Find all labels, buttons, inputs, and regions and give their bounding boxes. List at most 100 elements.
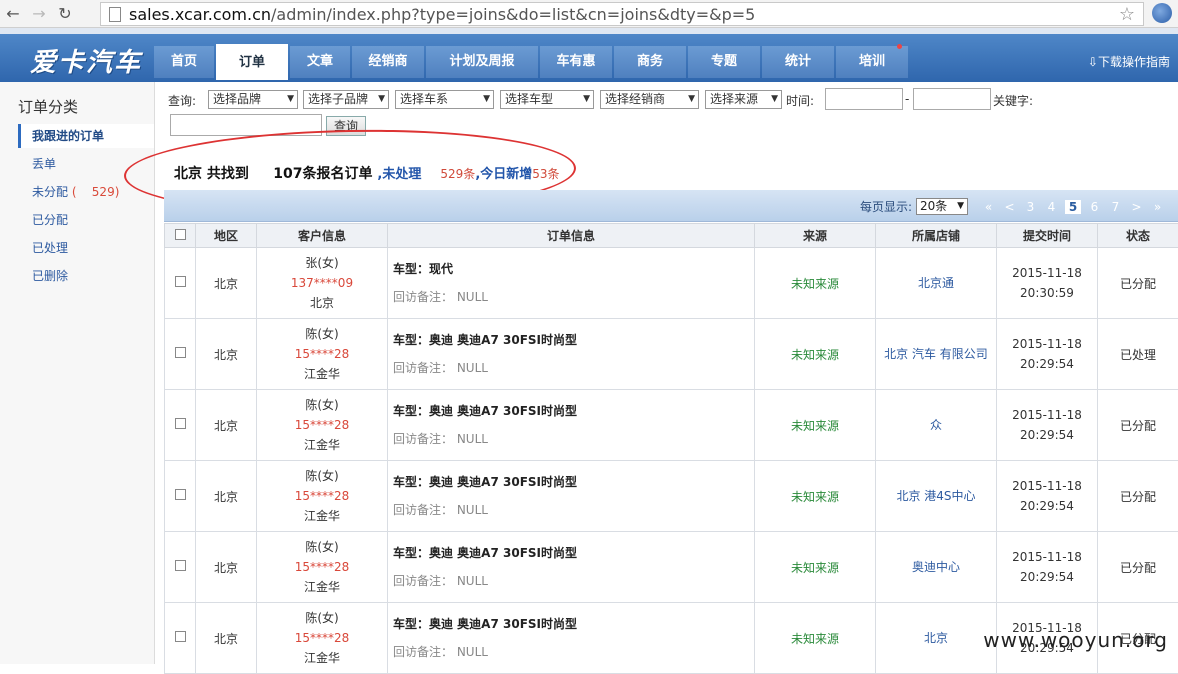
col-store: 所属店铺	[876, 224, 997, 248]
sidebar-item-lost[interactable]: 丢单	[18, 152, 154, 176]
globe-icon[interactable]	[1152, 3, 1172, 23]
cell-order: 车型：奥迪 奥迪A7 30FSI时尚型回访备注： NULL	[388, 390, 755, 461]
menu-home[interactable]: 首页	[154, 46, 214, 78]
sidebar-item-my-orders[interactable]: 我跟进的订单	[18, 124, 154, 148]
reload-icon[interactable]: ↻	[52, 1, 78, 27]
per-page-select[interactable]: 20条	[916, 198, 968, 215]
order-car: 车型：奥迪 奥迪A7 30FSI时尚型	[393, 326, 754, 354]
customer-phone: 15****28	[257, 344, 387, 364]
customer-name: 陈(女)	[257, 466, 387, 486]
first-page-button[interactable]: «	[978, 200, 999, 214]
forward-icon[interactable]: →	[26, 1, 52, 27]
cell-store[interactable]: 奥迪中心	[876, 532, 997, 603]
select-all-checkbox[interactable]	[175, 229, 186, 240]
menu-articles[interactable]: 文章	[290, 46, 350, 78]
select-all-cell	[165, 224, 196, 248]
menu-stats[interactable]: 统计	[762, 46, 834, 78]
cell-order: 车型：现代回访备注： NULL	[388, 248, 755, 319]
site-logo[interactable]: 爱卡汽车	[30, 42, 142, 79]
source-select[interactable]: 选择来源	[705, 90, 782, 109]
page-current: 5	[1065, 200, 1081, 214]
menu-orders[interactable]: 订单	[216, 44, 288, 80]
address-bar[interactable]: sales.xcar.com.cn/admin/index.php?type=j…	[100, 2, 1144, 26]
row-checkbox[interactable]	[175, 489, 186, 500]
prev-page-button[interactable]: <	[999, 200, 1020, 214]
end-date-input[interactable]	[913, 88, 991, 110]
sub-brand-select[interactable]: 选择子品牌	[303, 90, 389, 109]
cell-customer: 陈(女)15****28江金华	[257, 319, 388, 390]
dealer-select[interactable]: 选择经销商	[600, 90, 699, 109]
summary-total: 107条报名订单	[273, 166, 372, 182]
cell-source: 未知来源	[755, 248, 876, 319]
page-link-3[interactable]: 3	[1020, 200, 1041, 214]
brand-select[interactable]: 选择品牌	[208, 90, 298, 109]
submit-time: 20:29:54	[997, 354, 1097, 374]
menu-training[interactable]: 培训	[836, 46, 908, 78]
sidebar-item-assigned[interactable]: 已分配	[18, 208, 154, 232]
cell-store[interactable]: 北京 汽车 有限公司	[876, 319, 997, 390]
series-select[interactable]: 选择车系	[395, 90, 494, 109]
table-row: 北京 张(女)137****09北京 车型：现代回访备注： NULL 未知来源 …	[165, 248, 1178, 319]
menu-dealers[interactable]: 经销商	[352, 46, 424, 78]
cell-time: 2015-11-1820:29:54	[997, 390, 1098, 461]
notification-dot	[897, 44, 902, 49]
submit-time: 20:30:59	[997, 283, 1097, 303]
download-guide-link[interactable]: ⇩下载操作指南	[1088, 53, 1170, 70]
cell-region: 北京	[196, 461, 257, 532]
sidebar-item-unassigned[interactable]: 未分配 ( 529)	[18, 180, 154, 204]
cell-store[interactable]: 北京通	[876, 248, 997, 319]
model-select[interactable]: 选择车型	[500, 90, 594, 109]
keyword-input[interactable]	[170, 114, 322, 136]
last-page-button[interactable]: »	[1147, 200, 1168, 214]
query-button[interactable]: 查询	[326, 116, 366, 136]
submit-date: 2015-11-18	[997, 263, 1097, 283]
summary-city-found: 北京 共找到	[174, 166, 249, 182]
cell-store[interactable]: 众	[876, 390, 997, 461]
table-row: 北京 陈(女)15****28江金华 车型：奥迪 奥迪A7 30FSI时尚型回访…	[165, 319, 1178, 390]
sidebar: 订单分类 我跟进的订单 丢单 未分配 ( 529) 已分配 已处理 已删除	[0, 82, 155, 664]
cell-order: 车型：奥迪 奥迪A7 30FSI时尚型回访备注： NULL	[388, 319, 755, 390]
cell-order: 车型：奥迪 奥迪A7 30FSI时尚型回访备注： NULL	[388, 461, 755, 532]
row-checkbox[interactable]	[175, 276, 186, 287]
submit-date: 2015-11-18	[997, 547, 1097, 567]
col-customer: 客户信息	[257, 224, 388, 248]
cell-order: 车型：奥迪 奥迪A7 30FSI时尚型回访备注： NULL	[388, 532, 755, 603]
order-note: 回访备注： NULL	[393, 354, 754, 382]
table-row: 北京 陈(女)15****28江金华 车型：奥迪 奥迪A7 30FSI时尚型回访…	[165, 461, 1178, 532]
menu-business[interactable]: 商务	[614, 46, 686, 78]
cell-source: 未知来源	[755, 319, 876, 390]
row-checkbox[interactable]	[175, 347, 186, 358]
row-checkbox[interactable]	[175, 418, 186, 429]
cell-region: 北京	[196, 319, 257, 390]
order-car: 车型：奥迪 奥迪A7 30FSI时尚型	[393, 539, 754, 567]
back-icon[interactable]: ←	[0, 1, 26, 27]
menu-deals[interactable]: 车有惠	[540, 46, 612, 78]
order-note: 回访备注： NULL	[393, 283, 754, 311]
customer-phone: 15****28	[257, 486, 387, 506]
cell-customer: 张(女)137****09北京	[257, 248, 388, 319]
submit-date: 2015-11-18	[997, 405, 1097, 425]
page-link-6[interactable]: 6	[1084, 200, 1105, 214]
col-submit-time: 提交时间	[997, 224, 1098, 248]
sidebar-item-deleted[interactable]: 已删除	[18, 264, 154, 288]
cell-region: 北京	[196, 390, 257, 461]
cell-source: 未知来源	[755, 390, 876, 461]
bookmark-star-icon[interactable]: ☆	[1119, 4, 1135, 25]
customer-name: 陈(女)	[257, 395, 387, 415]
next-page-button[interactable]: >	[1126, 200, 1147, 214]
cell-store[interactable]: 北京	[876, 603, 997, 674]
sidebar-item-processed[interactable]: 已处理	[18, 236, 154, 260]
page-link-7[interactable]: 7	[1105, 200, 1126, 214]
cell-source: 未知来源	[755, 461, 876, 532]
cell-region: 北京	[196, 248, 257, 319]
summary-today-count: 53条	[532, 167, 559, 181]
row-checkbox[interactable]	[175, 560, 186, 571]
page-link-4[interactable]: 4	[1041, 200, 1062, 214]
menu-topics[interactable]: 专题	[688, 46, 760, 78]
cell-store[interactable]: 北京 港4S中心	[876, 461, 997, 532]
row-checkbox[interactable]	[175, 631, 186, 642]
start-date-input[interactable]	[825, 88, 903, 110]
browser-toolbar: ← → ↻ sales.xcar.com.cn/admin/index.php?…	[0, 0, 1178, 28]
cell-status: 已分配	[1098, 390, 1178, 461]
menu-plans[interactable]: 计划及周报	[426, 46, 538, 78]
